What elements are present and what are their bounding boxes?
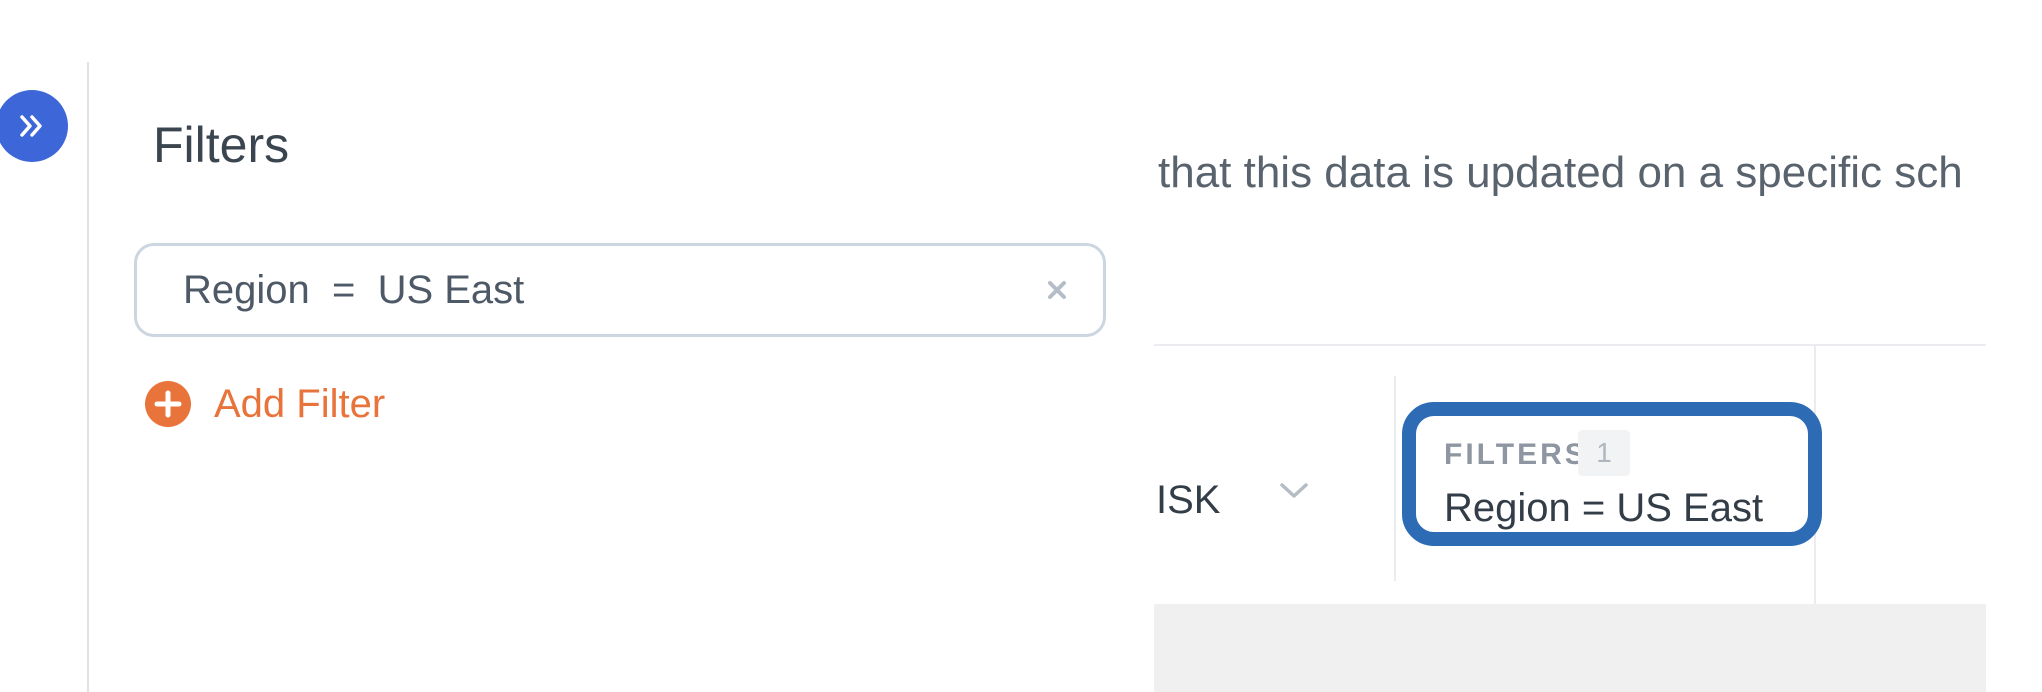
filters-count-badge: 1 (1578, 430, 1630, 476)
add-filter-button[interactable]: Add Filter (144, 380, 385, 428)
plus-circle-icon (145, 381, 191, 427)
description-text: that this data is updated on a specific … (1158, 148, 1963, 197)
filters-summary-value: Region = US East (1444, 486, 1764, 530)
collapse-sidebar-button[interactable] (0, 90, 68, 162)
close-icon[interactable] (1041, 274, 1073, 306)
filter-chip-region[interactable]: Region = US East (134, 243, 1106, 337)
chevron-down-icon[interactable] (1274, 476, 1314, 506)
filters-summary-label: FILTERS (1444, 438, 1588, 471)
column-divider (1394, 376, 1396, 581)
filters-panel-title: Filters (153, 117, 290, 173)
table-body-area (1154, 604, 1986, 692)
header-divider (1154, 344, 1986, 346)
panel-divider (87, 62, 89, 692)
column-header-label: ISK (1156, 478, 1221, 522)
filter-chip-label: Region = US East (183, 267, 525, 312)
filters-summary-widget[interactable]: FILTERS 1 Region = US East (1402, 402, 1822, 546)
add-filter-label: Add Filter (214, 381, 386, 426)
content-area: that this data is updated on a specific … (1154, 0, 1986, 692)
double-chevron-right-icon (20, 115, 42, 137)
